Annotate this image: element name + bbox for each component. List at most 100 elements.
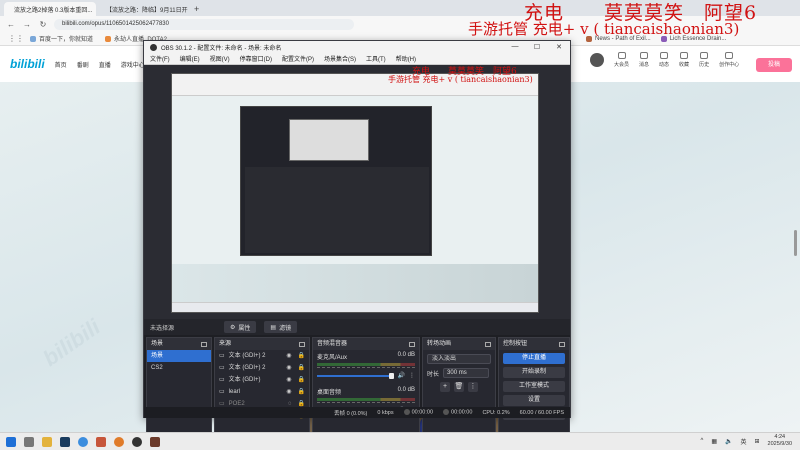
monitor-icon: ▭	[219, 353, 225, 359]
menu-view[interactable]: 视图(V)	[210, 54, 230, 63]
menu-file[interactable]: 文件(F)	[150, 54, 170, 63]
poe-taskbar-icon[interactable]	[150, 436, 160, 447]
post-button[interactable]: 投稿	[756, 58, 792, 72]
obs-taskbar-icon[interactable]	[132, 436, 142, 447]
dynamics-link[interactable]: 动态	[659, 52, 669, 68]
audio-mixer-dock: 音频混音器 麦克风/Aux0.0 dB 🔊⋮ 桌面音频0.0 dB 🔊⋮ ⚙ ⋮	[312, 337, 420, 445]
windows-start-icon[interactable]	[6, 436, 16, 447]
menu-profile[interactable]: 配置文件(P)	[282, 54, 314, 63]
minimize-icon[interactable]: —	[504, 43, 526, 51]
settings-button[interactable]: 设置	[503, 395, 565, 406]
obs-preview[interactable]	[144, 65, 570, 319]
scenes-title: 场景	[151, 341, 164, 347]
bookmark-item[interactable]: 百度一下，你就知道	[30, 34, 93, 43]
add-transition-button[interactable]: +	[440, 382, 450, 392]
menu-docks[interactable]: 停靠窗口(D)	[240, 54, 272, 63]
eye-icon[interactable]: ◉	[286, 350, 291, 362]
properties-button[interactable]: ⚙ 属性	[224, 321, 257, 333]
lock-icon[interactable]: 🔒	[298, 374, 305, 386]
transition-select[interactable]: 淡入淡出	[427, 354, 491, 364]
avatar[interactable]	[590, 53, 604, 67]
source-item[interactable]: ▭ 文本 (GDI+) ◉ 🔒	[215, 374, 309, 386]
sources-title: 来源	[219, 341, 232, 347]
stream-time-label: 00:00:00	[411, 409, 434, 416]
new-tab-button[interactable]: +	[188, 2, 205, 16]
remove-transition-button[interactable]: 🗑	[454, 382, 464, 392]
bilibili-logo[interactable]: bilibili	[10, 57, 45, 71]
menu-edit[interactable]: 编辑(E)	[180, 54, 200, 63]
nav-home[interactable]: 首页	[55, 60, 67, 69]
vip-link[interactable]: 大会员	[614, 52, 629, 68]
eye-icon[interactable]: ◉	[286, 374, 291, 386]
eye-icon[interactable]: ◉	[286, 386, 291, 398]
network-icon[interactable]: ▦	[711, 438, 717, 445]
back-arrow-icon[interactable]: ←	[6, 20, 16, 29]
source-item[interactable]: ▭ 文本 (GDI+) 2 ◉ 🔒	[215, 350, 309, 362]
menu-scene-collection[interactable]: 场景集合(S)	[324, 54, 356, 63]
source-item[interactable]: ▭ learl ◉ 🔒	[215, 386, 309, 398]
transition-menu-button[interactable]: ⋮	[468, 382, 478, 392]
source-item[interactable]: ▭ 文本 (GDI+) 2 ◉ 🔒	[215, 362, 309, 374]
maximize-icon[interactable]: ☐	[526, 43, 548, 51]
scene-label: 场景	[151, 353, 164, 359]
apps-grid-icon[interactable]: ⋮⋮	[8, 34, 24, 43]
browser-tab-1[interactable]: 流放之路2掉落 0.3版本重回... ✕	[4, 2, 96, 16]
url-input[interactable]: bilibili.com/opus/1106501425062477830	[54, 18, 354, 30]
game-launcher-icon[interactable]	[96, 436, 106, 447]
stop-streaming-button[interactable]: 停止直播	[503, 353, 565, 364]
volume-slider[interactable]	[317, 372, 394, 379]
search-icon[interactable]	[24, 436, 34, 447]
undock-icon[interactable]	[201, 341, 207, 347]
star-icon	[680, 52, 689, 59]
more-icon[interactable]: ⋮	[409, 372, 415, 379]
preview-capture	[171, 73, 539, 313]
messages-link[interactable]: 消息	[639, 52, 649, 68]
tray-overflow-icon[interactable]: ^	[701, 438, 704, 444]
speaker-icon[interactable]: 🔊	[398, 372, 405, 379]
steam-icon[interactable]	[60, 436, 70, 447]
dock-header: 场景	[147, 338, 211, 350]
nav-live[interactable]: 直播	[99, 60, 111, 69]
page-scrollbar[interactable]	[794, 230, 797, 256]
obs-logo-icon	[150, 43, 157, 51]
slider-handle[interactable]	[388, 372, 394, 379]
start-recording-button[interactable]: 开始录制	[503, 367, 565, 378]
undock-icon[interactable]	[485, 341, 491, 347]
duration-input[interactable]: 300 ms	[443, 368, 490, 378]
system-clock[interactable]: 4:24 2025/9/30	[768, 434, 792, 448]
input-language[interactable]: 英	[740, 437, 746, 446]
menu-tools[interactable]: 工具(T)	[366, 54, 386, 63]
lock-icon[interactable]: 🔒	[298, 386, 305, 398]
favorites-link[interactable]: 收藏	[679, 52, 689, 68]
bookmark-favicon-icon	[30, 35, 36, 42]
obs-window: OBS 30.1.2 - 配置文件: 未命名 - 场景: 未命名 — ☐ ✕ 文…	[143, 40, 571, 445]
creator-center-label: 创作中心	[719, 62, 740, 68]
nav-anime[interactable]: 番剧	[77, 60, 89, 69]
file-explorer-icon[interactable]	[42, 436, 52, 447]
filters-button[interactable]: ▤ 滤镜	[264, 321, 298, 333]
creator-center-link[interactable]: 创作中心	[719, 52, 739, 68]
eye-icon[interactable]: ◉	[286, 362, 291, 374]
chrome-icon[interactable]	[78, 436, 88, 447]
studio-mode-button[interactable]: 工作室模式	[503, 381, 565, 392]
browser-tab-2[interactable]: 【流放之路：降临】9月11日开... ✕	[96, 2, 188, 16]
forward-arrow-icon[interactable]: →	[22, 20, 32, 29]
messages-label: 消息	[639, 62, 650, 68]
channel-db: 0.0 dB	[397, 387, 415, 393]
scene-item[interactable]: CS2	[147, 362, 211, 374]
lock-icon[interactable]: 🔒	[298, 350, 305, 362]
lock-icon[interactable]: 🔒	[298, 362, 305, 374]
ime-icon[interactable]: ⊞	[755, 438, 760, 445]
reload-icon[interactable]: ↻	[38, 20, 48, 29]
nav-game-center[interactable]: 游戏中心	[121, 60, 145, 69]
preview-taskbar	[172, 302, 538, 312]
history-link[interactable]: 历史	[699, 52, 709, 68]
close-icon[interactable]: ✕	[548, 43, 570, 51]
undock-icon[interactable]	[409, 341, 415, 347]
undock-icon[interactable]	[299, 341, 305, 347]
undock-icon[interactable]	[559, 341, 565, 347]
scene-item[interactable]: 场景	[147, 350, 211, 362]
volume-icon[interactable]: 🔈	[725, 438, 732, 445]
app-icon[interactable]	[114, 436, 124, 447]
menu-help[interactable]: 帮助(H)	[396, 54, 416, 63]
